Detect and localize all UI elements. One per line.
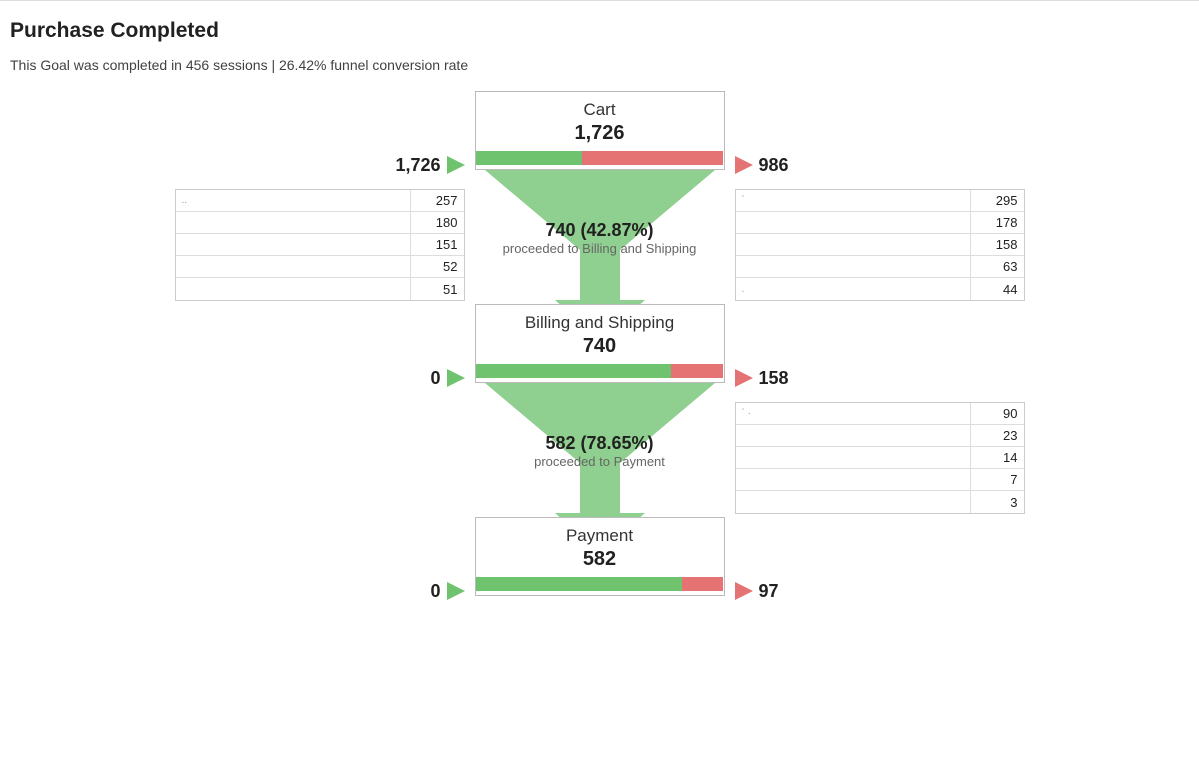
stage-box-payment[interactable]: Payment 582 <box>475 517 725 596</box>
page-title: Purchase Completed <box>10 19 1189 43</box>
funnel-step-payment: 0 Payment 582 97 <box>10 517 1189 605</box>
arrow-out-icon <box>735 156 753 174</box>
table-row[interactable]: 178 <box>736 212 1024 234</box>
inflow-table[interactable]: ..257 180 151 52 51 <box>175 189 465 301</box>
outflow-table[interactable]: ´295 178 158 63 .44 <box>735 189 1025 301</box>
funnel-step-billing: 0 Billing and Shipping 740 582 (78.65%) … <box>10 304 1189 517</box>
outflow-table[interactable]: ´ ·90 23 14 7 3 <box>735 402 1025 514</box>
table-row[interactable]: 52 <box>176 256 464 278</box>
table-row[interactable]: .44 <box>736 278 1024 300</box>
inflow-value: 0 <box>430 581 440 602</box>
arrow-in-icon <box>447 156 465 174</box>
table-row[interactable]: ´ ·90 <box>736 403 1024 425</box>
table-row[interactable]: ..257 <box>176 190 464 212</box>
inflow-value: 1,726 <box>395 155 440 176</box>
stage-total: 582 <box>476 548 724 571</box>
progress-bar <box>476 151 724 165</box>
proceed-block: 740 (42.87%) proceeded to Billing and Sh… <box>503 220 697 256</box>
table-row[interactable]: 158 <box>736 234 1024 256</box>
page-subtitle: This Goal was completed in 456 sessions … <box>10 57 1189 73</box>
stage-box-cart[interactable]: Cart 1,726 <box>475 91 725 170</box>
proceed-block: 582 (78.65%) proceeded to Payment <box>534 433 665 469</box>
stage-total: 740 <box>476 335 724 358</box>
table-row[interactable]: 63 <box>736 256 1024 278</box>
outflow-value: 986 <box>759 155 789 176</box>
progress-bar <box>476 364 724 378</box>
stage-box-billing[interactable]: Billing and Shipping 740 <box>475 304 725 383</box>
table-row[interactable]: 3 <box>736 491 1024 513</box>
outflow-value: 97 <box>759 581 779 602</box>
table-row[interactable]: 51 <box>176 278 464 300</box>
table-row[interactable]: ´295 <box>736 190 1024 212</box>
outflow-value: 158 <box>759 368 789 389</box>
table-row[interactable]: 14 <box>736 447 1024 469</box>
arrow-in-icon <box>447 582 465 600</box>
table-row[interactable]: 23 <box>736 425 1024 447</box>
stage-name: Payment <box>476 526 724 546</box>
arrow-out-icon <box>735 369 753 387</box>
funnel-step-cart: 1,726 ..257 180 151 52 51 Cart 1,726 740… <box>10 91 1189 304</box>
stage-name: Cart <box>476 100 724 120</box>
progress-bar <box>476 577 724 591</box>
stage-name: Billing and Shipping <box>476 313 724 333</box>
inflow-value: 0 <box>430 368 440 389</box>
table-row[interactable]: 151 <box>176 234 464 256</box>
arrow-in-icon <box>447 369 465 387</box>
stage-total: 1,726 <box>476 122 724 145</box>
arrow-out-icon <box>735 582 753 600</box>
table-row[interactable]: 7 <box>736 469 1024 491</box>
table-row[interactable]: 180 <box>176 212 464 234</box>
